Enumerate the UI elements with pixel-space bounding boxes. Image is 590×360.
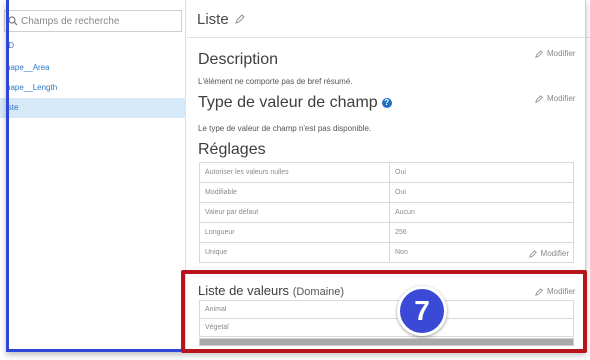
setting-value-text: Non xyxy=(395,249,408,256)
search-icon xyxy=(8,16,18,26)
domain-value: Animal xyxy=(199,300,574,319)
modify-label: Modifier xyxy=(540,249,569,258)
table-row: Autoriser les valeurs nulles Oui xyxy=(199,162,574,183)
table-row: Unique Non Modifier xyxy=(199,242,574,263)
sidebar-item-shape-area[interactable]: hape__Area xyxy=(0,58,186,78)
field-value-type-modify-link[interactable]: Modifier xyxy=(535,94,575,103)
pencil-icon xyxy=(535,94,543,103)
description-heading: Description xyxy=(198,51,279,68)
title-bar: Liste xyxy=(187,0,590,38)
setting-key: Modifiable xyxy=(199,182,390,203)
pencil-icon xyxy=(535,49,543,58)
screen: Champs de recherche ID hape__Area hape__… xyxy=(0,0,590,360)
settings-modify-link[interactable]: Modifier xyxy=(528,249,569,258)
modify-label: Modifier xyxy=(547,94,576,103)
pencil-icon[interactable] xyxy=(235,14,245,24)
settings-heading: Réglages xyxy=(198,141,266,158)
description-modify-link[interactable]: Modifier xyxy=(535,49,575,58)
domain-heading-text: Liste de valeurs xyxy=(198,283,290,298)
pencil-icon xyxy=(535,287,543,296)
page-title: Liste xyxy=(197,11,229,28)
setting-value: 256 xyxy=(389,222,574,243)
field-value-type-text: Le type de valeur de champ n'est pas dis… xyxy=(198,124,372,133)
search-input[interactable]: Champs de recherche xyxy=(4,10,182,32)
field-value-type-heading: Type de valeur de champ? xyxy=(198,94,392,112)
table-row: Animal xyxy=(199,300,574,319)
sidebar-item-liste[interactable]: iste xyxy=(0,98,186,118)
description-text: L'élément ne comporte pas de bref résumé… xyxy=(198,77,353,86)
horizontal-scrollbar[interactable] xyxy=(199,338,574,346)
modify-label: Modifier xyxy=(547,49,576,58)
field-value-type-heading-text: Type de valeur de champ xyxy=(198,94,378,111)
settings-table: Autoriser les valeurs nulles Oui Modifia… xyxy=(199,162,574,263)
search-placeholder: Champs de recherche xyxy=(21,15,120,27)
setting-key: Valeur par défaut xyxy=(199,202,390,223)
setting-value: Oui xyxy=(389,162,574,183)
table-row: Modifiable Oui xyxy=(199,182,574,203)
setting-key: Longueur xyxy=(199,222,390,243)
setting-value: Non Modifier xyxy=(389,242,574,263)
domain-subheading: (Domaine) xyxy=(292,286,345,298)
step-badge: 7 xyxy=(397,286,447,336)
table-row: Valeur par défaut Aucun xyxy=(199,202,574,223)
setting-value: Aucun xyxy=(389,202,574,223)
setting-key: Autoriser les valeurs nulles xyxy=(199,162,390,183)
modify-label: Modifier xyxy=(547,287,576,296)
pencil-icon xyxy=(528,249,537,258)
domain-modify-link[interactable]: Modifier xyxy=(535,287,575,296)
setting-value: Oui xyxy=(389,182,574,203)
domain-heading: Liste de valeurs (Domaine) xyxy=(198,283,344,298)
table-row: Végetal xyxy=(199,318,574,337)
setting-key: Unique xyxy=(199,242,390,263)
sidebar-item-shape-length[interactable]: hape__Length xyxy=(0,78,186,98)
table-row: Longueur 256 xyxy=(199,222,574,243)
domain-value: Végetal xyxy=(199,318,574,337)
field-sidebar: Champs de recherche ID hape__Area hape__… xyxy=(0,0,186,352)
field-detail-panel: Liste Description Modifier L'élément ne … xyxy=(187,0,590,352)
domain-values-table: Animal Végetal xyxy=(199,300,574,337)
sidebar-item-id[interactable]: ID xyxy=(0,36,186,56)
info-icon[interactable]: ? xyxy=(381,97,392,108)
